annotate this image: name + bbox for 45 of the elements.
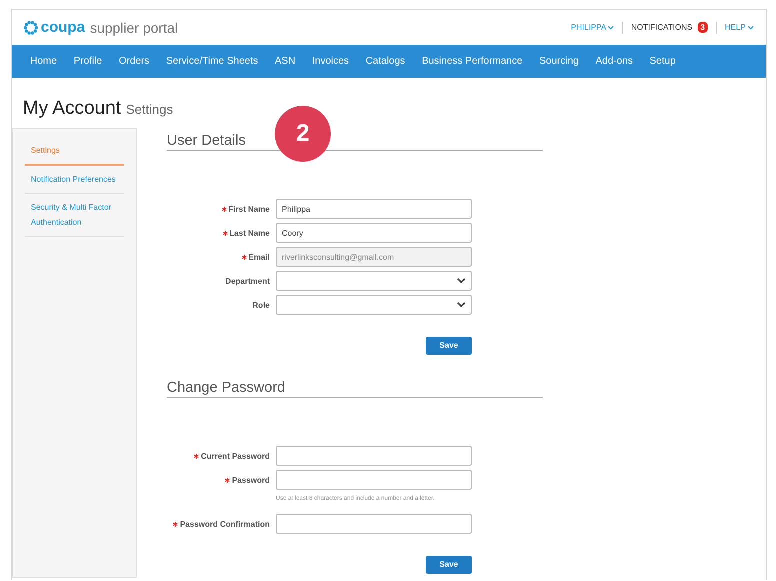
chevron-down-icon [748,26,754,30]
input-field[interactable]: Coory [276,223,472,243]
save-button[interactable]: Save [426,556,472,574]
logo-icon [23,20,39,36]
logo-product: supplier portal [90,20,178,36]
save-button[interactable]: Save [426,336,472,354]
sidebar-item[interactable]: Security & Multi Factor Authentication [25,194,124,237]
input-field[interactable] [276,446,472,466]
input-field[interactable] [276,514,472,534]
nav-item[interactable]: Profile [65,56,111,67]
sidebar-item[interactable]: Settings [25,137,124,166]
field-label: First Name [228,204,270,214]
nav-item[interactable]: Home [22,56,66,67]
nav-item[interactable]: Setup [641,56,684,67]
field-label: Department [226,276,270,286]
nav-item[interactable]: Service/Time Sheets [158,56,267,67]
page-subtitle: Settings [126,102,174,117]
input-field[interactable] [276,470,472,490]
dropdown-icon [457,278,466,284]
field-label: Email [248,252,270,262]
nav-item[interactable]: Catalogs [357,56,414,67]
nav-item[interactable]: Orders [110,56,158,67]
nav-item[interactable]: Add-ons [587,56,642,67]
input-field[interactable]: Philippa [276,199,472,219]
chevron-down-icon [608,26,614,30]
nav-item[interactable]: Sourcing [531,56,588,67]
sidebar-item[interactable]: Notification Preferences [25,166,124,194]
logo-brand: coupa [41,19,86,36]
field-label: Password Confirmation [180,520,270,528]
nav-item[interactable]: Invoices [304,56,358,67]
field-label: Password [232,476,270,484]
field-label: Last Name [230,228,270,238]
notifications-link[interactable]: NOTIFICATIONS [631,23,693,32]
field-label: Role [252,300,270,310]
section-title: Change Password [167,380,543,398]
user-menu[interactable]: PHILIPPA [571,23,614,32]
page-title: My Account [23,98,122,120]
nav-item[interactable]: Business Performance [414,56,532,67]
nav-item[interactable]: ASN [266,56,304,67]
select-field[interactable] [276,271,472,291]
select-field[interactable] [276,295,472,315]
help-menu[interactable]: HELP [725,23,754,32]
field-label: Current Password [201,452,270,460]
notification-count: 3 [698,22,708,33]
dropdown-icon [457,302,466,308]
